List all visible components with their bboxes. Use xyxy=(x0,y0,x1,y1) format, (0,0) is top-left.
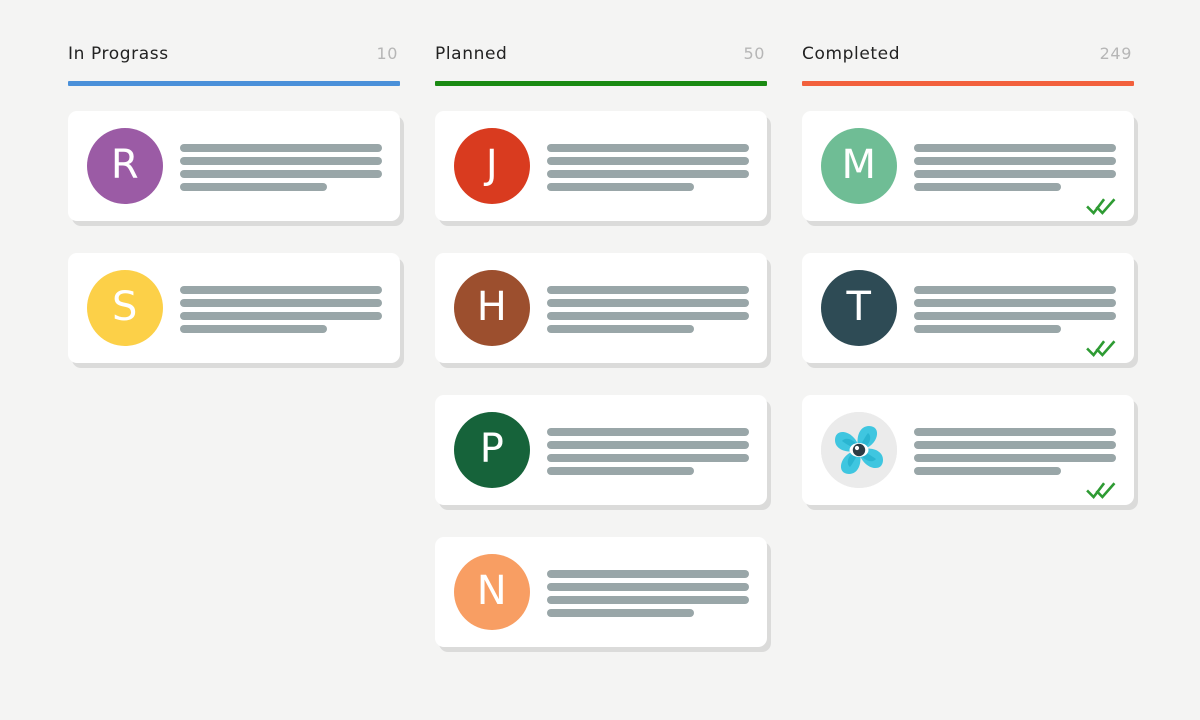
shutter-eye-logo-icon xyxy=(821,412,897,488)
card-text-placeholder xyxy=(547,568,749,617)
placeholder-line xyxy=(547,440,749,449)
placeholder-line xyxy=(914,466,1062,475)
task-card[interactable]: T xyxy=(802,253,1134,363)
avatar: T xyxy=(821,270,897,346)
avatar: R xyxy=(87,128,163,204)
card-text-placeholder xyxy=(547,284,749,333)
placeholder-line xyxy=(547,595,749,604)
task-card[interactable]: N xyxy=(435,537,767,647)
column-count: 10 xyxy=(376,44,398,63)
column-accent-rule xyxy=(802,81,1134,86)
placeholder-line xyxy=(180,311,382,320)
placeholder-line xyxy=(547,143,749,152)
placeholder-line xyxy=(914,298,1116,307)
placeholder-line xyxy=(547,298,749,307)
double-check-icon xyxy=(1086,339,1116,357)
task-card[interactable]: P xyxy=(435,395,767,505)
avatar: P xyxy=(454,412,530,488)
avatar-initial: J xyxy=(485,142,499,188)
task-card[interactable]: H xyxy=(435,253,767,363)
placeholder-line xyxy=(914,156,1116,165)
placeholder-line xyxy=(180,285,382,294)
task-card[interactable]: M xyxy=(802,111,1134,221)
column-title: In Prograss xyxy=(68,44,169,64)
placeholder-line xyxy=(547,311,749,320)
placeholder-line xyxy=(914,169,1116,178)
placeholder-line xyxy=(914,427,1116,436)
column-accent-rule xyxy=(435,81,767,86)
placeholder-line xyxy=(914,182,1062,191)
column-title: Completed xyxy=(802,44,901,64)
avatar-initial: T xyxy=(846,284,872,330)
column-count: 249 xyxy=(1099,44,1132,63)
column-completed: Completed 249 M T xyxy=(802,44,1134,505)
card-list-planned: J H P N xyxy=(435,111,767,647)
column-header-planned: Planned 50 xyxy=(435,44,767,70)
card-text-placeholder xyxy=(914,284,1116,357)
kanban-board: In Prograss 10 R S Planned 50 J H P N Completed 249… xyxy=(0,0,1200,720)
placeholder-line xyxy=(180,324,328,333)
placeholder-line xyxy=(914,453,1116,462)
column-accent-rule xyxy=(68,81,400,86)
avatar: J xyxy=(454,128,530,204)
placeholder-line xyxy=(180,298,382,307)
column-header-completed: Completed 249 xyxy=(802,44,1134,70)
avatar-initial: R xyxy=(110,142,140,188)
placeholder-line xyxy=(180,143,382,152)
card-text-placeholder xyxy=(180,142,382,191)
placeholder-line xyxy=(547,182,695,191)
avatar-initial: M xyxy=(841,142,877,188)
card-list-completed: MT xyxy=(802,111,1134,505)
card-list-in-progress: RS xyxy=(68,111,400,363)
task-card[interactable] xyxy=(802,395,1134,505)
column-in-progress: In Prograss 10 R S xyxy=(68,44,400,363)
placeholder-line xyxy=(547,427,749,436)
placeholder-line xyxy=(547,569,749,578)
placeholder-line xyxy=(914,285,1116,294)
placeholder-line xyxy=(180,182,328,191)
placeholder-line xyxy=(547,285,749,294)
placeholder-line xyxy=(547,324,695,333)
placeholder-line xyxy=(180,156,382,165)
placeholder-line xyxy=(914,440,1116,449)
card-text-placeholder xyxy=(547,426,749,475)
column-header-in-progress: In Prograss 10 xyxy=(68,44,400,70)
placeholder-line xyxy=(547,156,749,165)
placeholder-line xyxy=(914,324,1062,333)
avatar-initial: N xyxy=(476,568,508,614)
placeholder-line xyxy=(180,169,382,178)
task-card[interactable]: S xyxy=(68,253,400,363)
avatar-initial: P xyxy=(479,426,505,472)
placeholder-line xyxy=(547,466,695,475)
placeholder-line xyxy=(547,582,749,591)
double-check-icon xyxy=(1086,197,1116,215)
placeholder-line xyxy=(914,311,1116,320)
avatar: N xyxy=(454,554,530,630)
avatar-initial: H xyxy=(476,284,508,330)
double-check-icon xyxy=(1086,481,1116,499)
avatar: M xyxy=(821,128,897,204)
task-card[interactable]: R xyxy=(68,111,400,221)
card-text-placeholder xyxy=(547,142,749,191)
card-text-placeholder xyxy=(180,284,382,333)
column-planned: Planned 50 J H P N xyxy=(435,44,767,647)
avatar: H xyxy=(454,270,530,346)
placeholder-line xyxy=(547,608,695,617)
card-text-placeholder xyxy=(914,426,1116,499)
avatar-initial: S xyxy=(112,284,138,330)
placeholder-line xyxy=(914,143,1116,152)
placeholder-line xyxy=(547,453,749,462)
avatar: S xyxy=(87,270,163,346)
column-count: 50 xyxy=(743,44,765,63)
column-title: Planned xyxy=(435,44,508,64)
placeholder-line xyxy=(547,169,749,178)
card-text-placeholder xyxy=(914,142,1116,215)
task-card[interactable]: J xyxy=(435,111,767,221)
